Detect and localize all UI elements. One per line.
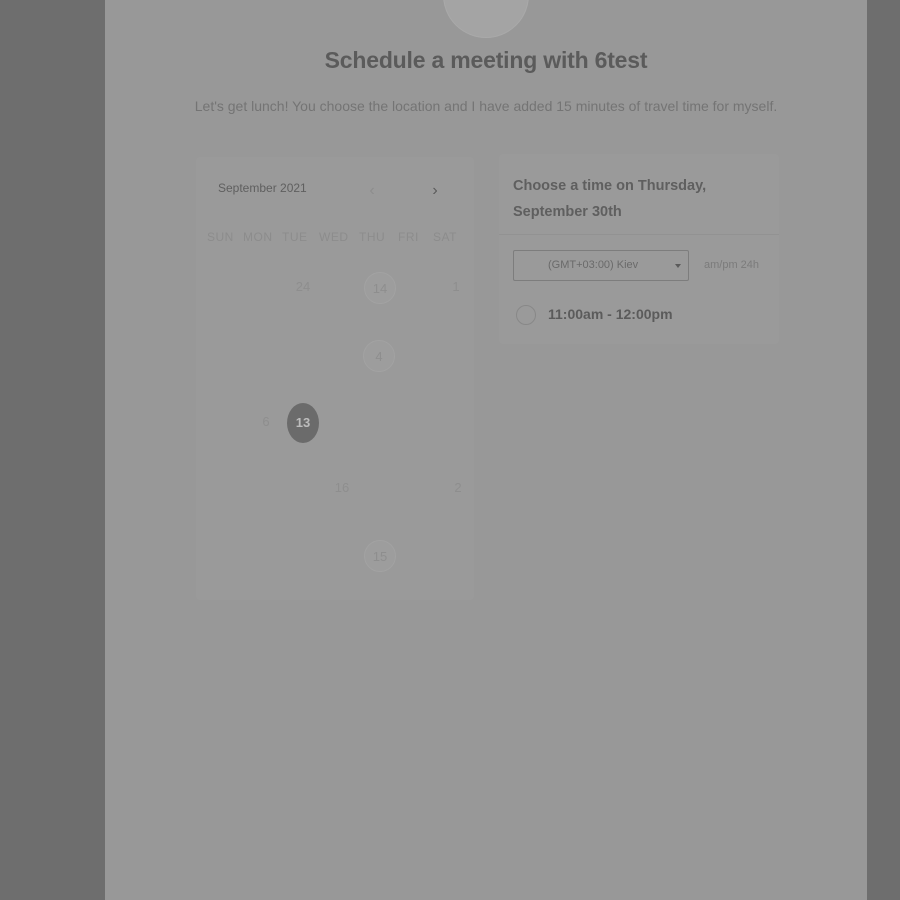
slot-radio[interactable]	[516, 305, 536, 325]
chevron-right-icon[interactable]: ›	[427, 181, 443, 201]
weekday-mon: MON	[243, 230, 273, 244]
divider	[499, 234, 779, 235]
calendar-card	[196, 157, 474, 600]
calendar-day-selected[interactable]: 13	[287, 403, 319, 443]
weekday-sat: SAT	[433, 230, 457, 244]
page-title: Schedule a meeting with 6test	[324, 47, 648, 73]
weekday-tue: TUE	[282, 230, 308, 244]
weekday-thu: THU	[359, 230, 386, 244]
calendar-day[interactable]: 24	[287, 271, 319, 303]
slot-heading: Choose a time on Thursday, September 30t…	[513, 178, 707, 220]
calendar-day[interactable]: 2	[442, 472, 474, 504]
calendar-day[interactable]: 1	[440, 271, 472, 303]
time-slot-label[interactable]: 11:00am - 12:00pm	[548, 306, 673, 322]
calendar-month: September 2021	[218, 181, 307, 195]
caret-down-icon	[675, 264, 681, 268]
time-format-toggle[interactable]: am/pm 24h	[704, 259, 759, 271]
calendar-day[interactable]: 16	[326, 472, 358, 504]
page-subtitle: Let's get lunch! You choose the location…	[194, 98, 778, 114]
calendar-day[interactable]: 6	[250, 406, 282, 438]
weekday-fri: FRI	[398, 230, 419, 244]
chevron-left-icon[interactable]: ‹	[364, 181, 380, 201]
calendar-day[interactable]: 14	[364, 272, 396, 304]
calendar-day[interactable]: 4	[363, 340, 395, 372]
timezone-select[interactable]: (GMT+03:00) Kiev	[513, 250, 689, 281]
weekday-sun: SUN	[207, 230, 234, 244]
weekday-wed: WED	[319, 230, 349, 244]
calendar-day[interactable]: 15	[364, 540, 396, 572]
